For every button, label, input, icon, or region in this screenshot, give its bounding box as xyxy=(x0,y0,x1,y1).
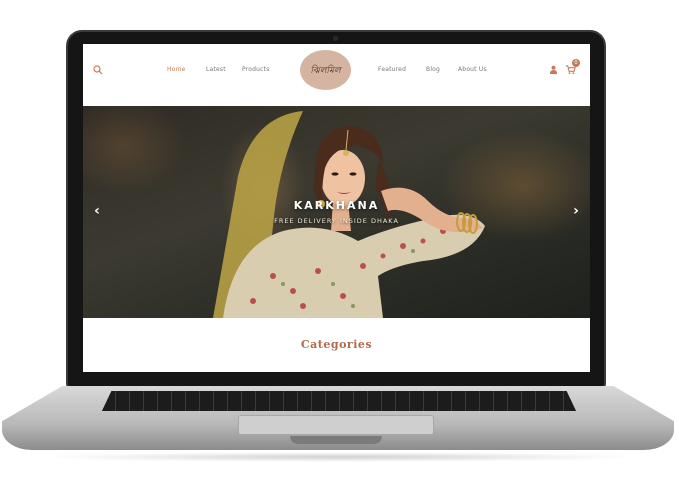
hero-title: KARKHANA xyxy=(293,199,380,212)
cart-count-badge: 0 xyxy=(572,59,580,67)
keyboard xyxy=(102,391,576,411)
hero-slider[interactable]: ‹ › KARKHANA FREE DELIVERY INSIDE DHAKA xyxy=(83,106,590,318)
nav-blog[interactable]: Blog xyxy=(426,66,440,73)
laptop-shadow xyxy=(40,452,640,462)
site-logo[interactable]: ঝিলমিল xyxy=(300,50,351,90)
logo-text: ঝিলমিল xyxy=(310,65,341,76)
nav-products[interactable]: Products xyxy=(242,66,270,73)
camera xyxy=(333,36,338,41)
nav-latest[interactable]: Latest xyxy=(206,66,226,73)
site-header: Home Latest Products ঝিলমিল Featured Blo… xyxy=(83,44,590,106)
hero-image xyxy=(213,111,485,318)
nav-home[interactable]: Home xyxy=(167,66,186,73)
user-icon[interactable] xyxy=(549,65,558,74)
nav-about-us[interactable]: About Us xyxy=(458,66,487,73)
categories-heading: Categories xyxy=(300,338,373,351)
hero-subtitle: FREE DELIVERY INSIDE DHAKA xyxy=(274,217,399,225)
search-icon[interactable] xyxy=(93,65,103,75)
nav-featured[interactable]: Featured xyxy=(378,66,406,73)
trackpad xyxy=(238,415,434,435)
laptop-notch xyxy=(290,436,382,444)
laptop-screen: Home Latest Products ঝিলমিল Featured Blo… xyxy=(83,44,590,372)
